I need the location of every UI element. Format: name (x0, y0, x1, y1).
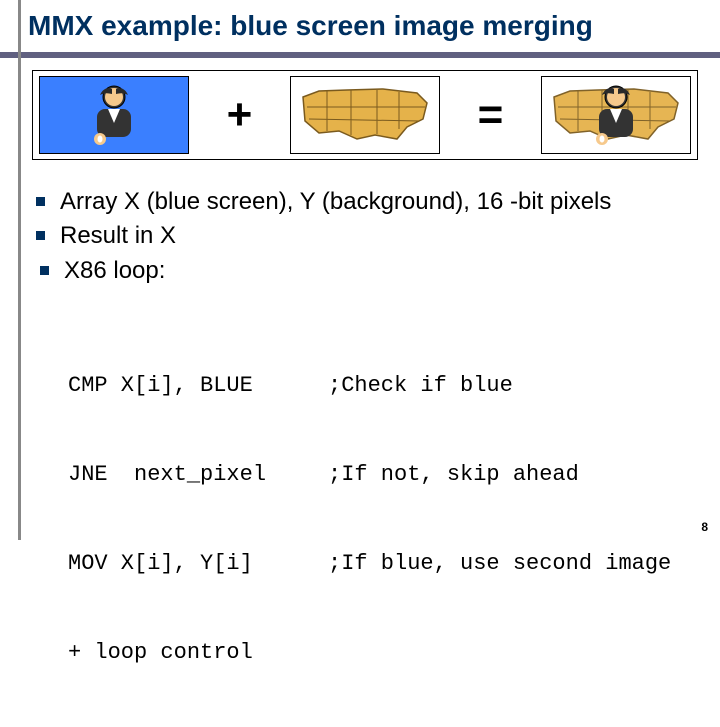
list-item: X86 loop: (64, 255, 710, 287)
list-item: Array X (blue screen), Y (background), 1… (60, 186, 710, 218)
panel-blue-screen (39, 76, 189, 154)
code-line: + loop control (68, 638, 710, 668)
code-line: CMP X[i], BLUE;Check if blue (68, 371, 710, 401)
merge-diagram: + = (32, 70, 698, 160)
bullet-text: X86 loop: (64, 257, 165, 284)
bullet-text: Array X (blue screen), Y (background), 1… (60, 188, 611, 215)
code-instr: CMP X[i], BLUE (68, 371, 328, 401)
bullet-list: Array X (blue screen), Y (background), 1… (60, 186, 710, 287)
list-item: Result in X (60, 220, 710, 252)
vertical-rule (18, 0, 21, 540)
code-comment: ;Check if blue (328, 371, 513, 401)
code-comment: ;If not, skip ahead (328, 460, 579, 490)
code-instr: + loop control (68, 638, 328, 668)
map-icon (297, 85, 433, 145)
code-line: MOV X[i], Y[i];If blue, use second image (68, 549, 710, 579)
title-area: MMX example: blue screen image merging (0, 0, 720, 48)
horizontal-rule (0, 52, 720, 58)
panel-result (541, 76, 691, 154)
page-number: 8 (701, 520, 708, 534)
code-instr: JNE next_pixel (68, 460, 328, 490)
equals-operator: = (469, 90, 513, 140)
slide: MMX example: blue screen image merging +… (0, 0, 720, 540)
person-icon (79, 81, 149, 151)
plus-operator: + (218, 90, 262, 140)
code-block: CMP X[i], BLUE;Check if blue JNE next_pi… (68, 311, 710, 727)
person-icon (581, 81, 651, 151)
code-comment: ;If blue, use second image (328, 549, 671, 579)
bullet-text: Result in X (60, 222, 176, 249)
code-line: JNE next_pixel;If not, skip ahead (68, 460, 710, 490)
slide-title: MMX example: blue screen image merging (28, 10, 710, 42)
code-instr: MOV X[i], Y[i] (68, 549, 328, 579)
panel-background-map (290, 76, 440, 154)
